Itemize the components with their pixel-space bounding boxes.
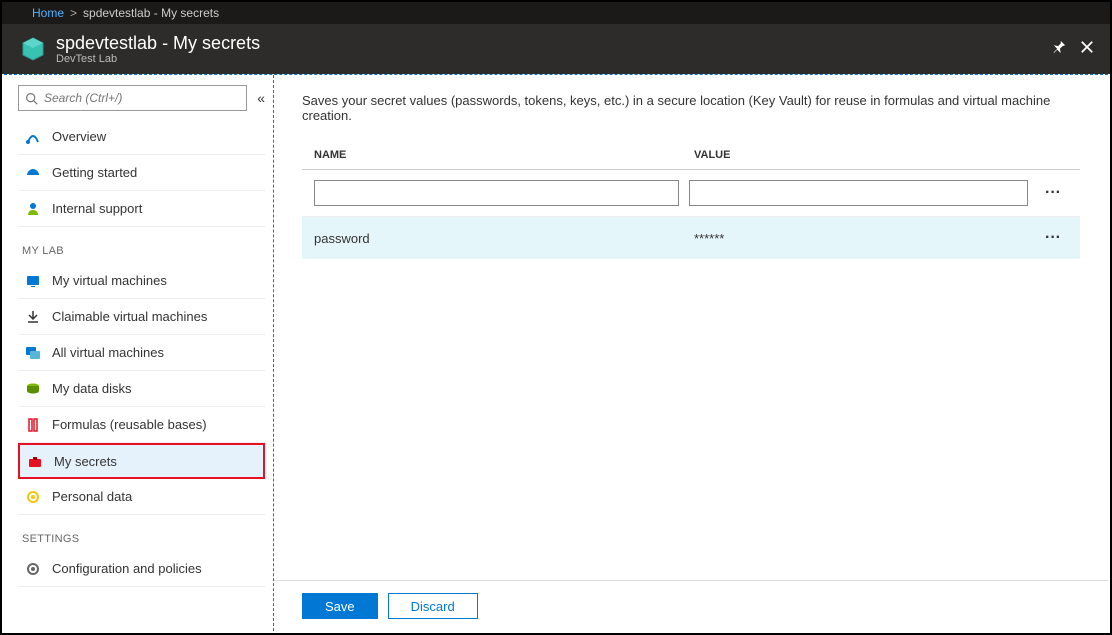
discard-button[interactable]: Discard	[388, 593, 478, 619]
disk-icon	[24, 380, 42, 398]
sidebar-item-label: Configuration and policies	[52, 561, 202, 576]
getting-started-icon	[24, 164, 42, 182]
new-secret-value-input[interactable]	[689, 180, 1028, 206]
secret-value: ******	[694, 231, 1038, 246]
sidebar-item-my-vms[interactable]: My virtual machines	[18, 263, 265, 299]
new-secret-row: ···	[302, 170, 1080, 217]
sidebar-item-personal-data[interactable]: Personal data	[18, 479, 265, 515]
search-input[interactable]: Search (Ctrl+/)	[18, 85, 247, 111]
section-mylab: MY LAB	[22, 245, 265, 257]
blade-header: spdevtestlab - My secrets DevTest Lab	[2, 24, 1110, 74]
sidebar-item-internal-support[interactable]: Internal support	[18, 191, 265, 227]
claim-icon	[24, 308, 42, 326]
sidebar-item-label: Getting started	[52, 165, 137, 180]
sidebar-item-all-vms[interactable]: All virtual machines	[18, 335, 265, 371]
section-settings: SETTINGS	[22, 533, 265, 545]
secret-name: password	[314, 231, 694, 246]
col-value: VALUE	[694, 149, 1038, 161]
breadcrumb-current: spdevtestlab - My secrets	[83, 6, 219, 20]
save-button[interactable]: Save	[302, 593, 378, 619]
formula-icon	[24, 416, 42, 434]
sidebar-item-label: All virtual machines	[52, 345, 164, 360]
personal-icon	[24, 488, 42, 506]
sidebar-item-claimable-vms[interactable]: Claimable virtual machines	[18, 299, 265, 335]
sidebar-item-label: Formulas (reusable bases)	[52, 417, 207, 432]
blade-title: spdevtestlab - My secrets	[56, 33, 1052, 53]
breadcrumb-home[interactable]: Home	[32, 6, 64, 20]
sidebar-item-config-policies[interactable]: Configuration and policies	[18, 551, 265, 587]
sidebar-item-label: My data disks	[52, 381, 131, 396]
all-vm-icon	[24, 344, 42, 362]
main-panel: Saves your secret values (passwords, tok…	[274, 75, 1108, 631]
description-text: Saves your secret values (passwords, tok…	[302, 93, 1080, 123]
sidebar: Search (Ctrl+/) « Overview Getting start…	[4, 75, 274, 631]
new-secret-name-input[interactable]	[314, 180, 679, 206]
close-icon[interactable]	[1080, 40, 1094, 59]
overview-icon	[24, 128, 42, 146]
footer-actions: Save Discard	[274, 580, 1108, 631]
vm-icon	[24, 272, 42, 290]
secret-icon	[26, 452, 44, 470]
sidebar-item-label: My virtual machines	[52, 273, 167, 288]
breadcrumb-separator: >	[70, 6, 77, 20]
col-name: NAME	[314, 149, 694, 161]
collapse-sidebar-icon[interactable]: «	[257, 90, 265, 106]
sidebar-item-my-secrets[interactable]: My secrets	[18, 443, 265, 479]
secrets-table-header: NAME VALUE	[302, 141, 1080, 170]
row-more-icon[interactable]: ···	[1038, 229, 1068, 247]
secret-row[interactable]: password ****** ···	[302, 217, 1080, 259]
config-icon	[24, 560, 42, 578]
blade-body: Search (Ctrl+/) « Overview Getting start…	[4, 74, 1108, 631]
sidebar-item-getting-started[interactable]: Getting started	[18, 155, 265, 191]
new-row-more-icon[interactable]: ···	[1038, 184, 1068, 202]
breadcrumb: Home > spdevtestlab - My secrets	[2, 2, 1110, 24]
sidebar-item-label: Internal support	[52, 201, 142, 216]
lab-icon	[20, 36, 46, 62]
sidebar-item-label: Overview	[52, 129, 106, 144]
blade-subtitle: DevTest Lab	[56, 53, 1052, 65]
search-placeholder: Search (Ctrl+/)	[44, 91, 122, 105]
sidebar-item-label: Claimable virtual machines	[52, 309, 207, 324]
sidebar-item-label: Personal data	[52, 489, 132, 504]
sidebar-item-label: My secrets	[54, 454, 117, 469]
sidebar-item-overview[interactable]: Overview	[18, 119, 265, 155]
pin-icon[interactable]	[1052, 40, 1066, 59]
sidebar-item-data-disks[interactable]: My data disks	[18, 371, 265, 407]
support-icon	[24, 200, 42, 218]
sidebar-item-formulas[interactable]: Formulas (reusable bases)	[18, 407, 265, 443]
